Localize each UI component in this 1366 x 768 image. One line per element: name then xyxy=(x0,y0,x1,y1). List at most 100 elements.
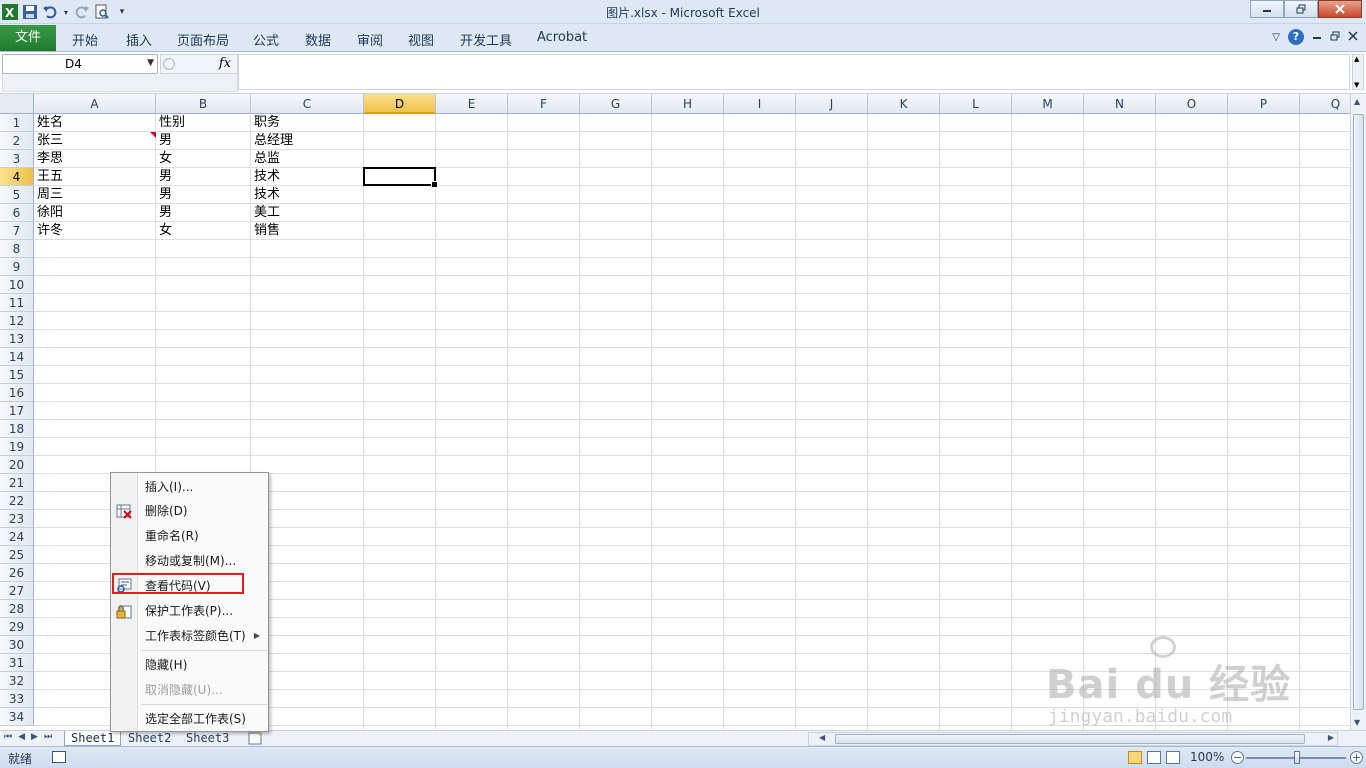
cell-b4[interactable]: 男 xyxy=(156,168,251,186)
zoom-out-icon[interactable]: − xyxy=(1231,751,1244,764)
row-header-29[interactable]: 29 xyxy=(0,618,34,636)
page-layout-view-icon[interactable] xyxy=(1147,751,1161,764)
name-box[interactable]: D4 ▼ xyxy=(2,54,158,74)
comment-indicator-icon[interactable] xyxy=(150,132,156,138)
minimize-button[interactable] xyxy=(1250,0,1284,18)
vertical-scrollbar[interactable]: ▲ ▼ xyxy=(1350,94,1366,730)
tab-review[interactable]: 审阅 xyxy=(357,30,383,49)
column-header-h[interactable]: H xyxy=(652,94,724,114)
cell-c6[interactable]: 美工 xyxy=(251,204,364,222)
row-header-1[interactable]: 1 xyxy=(0,114,34,132)
column-header-n[interactable]: N xyxy=(1084,94,1156,114)
column-header-c[interactable]: C xyxy=(251,94,364,114)
row-header-27[interactable]: 27 xyxy=(0,582,34,600)
prev-sheet-icon[interactable]: ◀ xyxy=(18,732,25,742)
sheet-tab-sheet2[interactable]: Sheet2 xyxy=(122,731,177,746)
cell-a5[interactable]: 周三 xyxy=(34,186,156,204)
cell-a3[interactable]: 李思 xyxy=(34,150,156,168)
formula-input[interactable] xyxy=(238,54,1350,90)
menu-item-protect-sheet[interactable]: 保护工作表(P)... xyxy=(111,599,268,623)
menu-item-select-all-sheets[interactable]: 选定全部工作表(S) xyxy=(111,707,268,731)
close-button[interactable] xyxy=(1318,0,1362,18)
column-header-k[interactable]: K xyxy=(868,94,940,114)
menu-item-delete[interactable]: 删除(D) xyxy=(111,499,268,523)
macro-record-icon[interactable] xyxy=(52,751,66,763)
column-header-p[interactable]: P xyxy=(1228,94,1300,114)
tab-developer[interactable]: 开发工具 xyxy=(460,30,512,49)
row-header-19[interactable]: 19 xyxy=(0,438,34,456)
column-header-e[interactable]: E xyxy=(436,94,508,114)
cell-c1[interactable]: 职务 xyxy=(251,114,364,132)
menu-item-move-copy[interactable]: 移动或复制(M)... xyxy=(111,549,268,573)
cell-b3[interactable]: 女 xyxy=(156,150,251,168)
row-header-32[interactable]: 32 xyxy=(0,672,34,690)
row-header-31[interactable]: 31 xyxy=(0,654,34,672)
row-header-22[interactable]: 22 xyxy=(0,492,34,510)
tab-acrobat[interactable]: Acrobat xyxy=(537,30,587,45)
scroll-right-icon[interactable]: ▶ xyxy=(1328,733,1334,742)
cell-a4[interactable]: 王五 xyxy=(34,168,156,186)
formula-bar-scrollbar[interactable]: ▲ ▼ xyxy=(1352,54,1364,90)
formula-bar-handle-icon[interactable] xyxy=(163,58,175,70)
first-sheet-icon[interactable]: ⏮ xyxy=(4,732,12,742)
workbook-minimize-icon[interactable] xyxy=(1312,30,1322,44)
cell-c3[interactable]: 总监 xyxy=(251,150,364,168)
row-header-8[interactable]: 8 xyxy=(0,240,34,258)
row-header-28[interactable]: 28 xyxy=(0,600,34,618)
sheet-tab-sheet3[interactable]: Sheet3 xyxy=(180,731,235,746)
column-header-g[interactable]: G xyxy=(580,94,652,114)
select-all-corner[interactable] xyxy=(0,94,34,114)
cell-c2[interactable]: 总经理 xyxy=(251,132,364,150)
cell-b5[interactable]: 男 xyxy=(156,186,251,204)
scroll-down-arrow-icon[interactable]: ▼ xyxy=(1354,718,1360,727)
row-header-20[interactable]: 20 xyxy=(0,456,34,474)
horizontal-scrollbar[interactable]: ◀ ▶ xyxy=(808,732,1338,746)
row-header-4[interactable]: 4 xyxy=(0,168,34,186)
column-header-q[interactable]: Q xyxy=(1300,94,1350,114)
cell-a6[interactable]: 徐阳 xyxy=(34,204,156,222)
tab-insert[interactable]: 插入 xyxy=(126,30,152,49)
workbook-restore-icon[interactable] xyxy=(1330,30,1340,44)
row-header-18[interactable]: 18 xyxy=(0,420,34,438)
active-cell-d4[interactable] xyxy=(363,167,438,188)
column-header-j[interactable]: J xyxy=(796,94,868,114)
tab-formulas[interactable]: 公式 xyxy=(253,30,279,49)
row-header-11[interactable]: 11 xyxy=(0,294,34,312)
cell-b6[interactable]: 男 xyxy=(156,204,251,222)
cell-c4[interactable]: 技术 xyxy=(251,168,364,186)
menu-item-tab-color[interactable]: 工作表标签颜色(T) ▶ xyxy=(111,624,268,648)
row-header-26[interactable]: 26 xyxy=(0,564,34,582)
cell-b7[interactable]: 女 xyxy=(156,222,251,240)
menu-item-insert[interactable]: 插入(I)... xyxy=(111,475,268,499)
scroll-left-icon[interactable]: ◀ xyxy=(819,733,825,742)
row-header-24[interactable]: 24 xyxy=(0,528,34,546)
column-header-m[interactable]: M xyxy=(1012,94,1084,114)
help-icon[interactable]: ? xyxy=(1288,29,1304,45)
menu-item-hide[interactable]: 隐藏(H) xyxy=(111,653,268,677)
scroll-up-arrow-icon[interactable]: ▲ xyxy=(1354,97,1360,106)
vertical-scroll-thumb[interactable] xyxy=(1353,114,1364,710)
row-header-13[interactable]: 13 xyxy=(0,330,34,348)
normal-view-icon[interactable] xyxy=(1128,751,1142,764)
name-box-dropdown-icon[interactable]: ▼ xyxy=(147,58,154,68)
column-header-i[interactable]: I xyxy=(724,94,796,114)
last-sheet-icon[interactable]: ⏭ xyxy=(44,732,52,742)
scroll-down-icon[interactable]: ▼ xyxy=(1354,81,1359,89)
row-header-30[interactable]: 30 xyxy=(0,636,34,654)
row-header-9[interactable]: 9 xyxy=(0,258,34,276)
tab-data[interactable]: 数据 xyxy=(305,30,331,49)
zoom-slider-thumb[interactable] xyxy=(1294,751,1300,764)
row-header-12[interactable]: 12 xyxy=(0,312,34,330)
column-header-l[interactable]: L xyxy=(940,94,1012,114)
zoom-in-icon[interactable]: + xyxy=(1350,751,1363,764)
row-header-6[interactable]: 6 xyxy=(0,204,34,222)
column-header-o[interactable]: O xyxy=(1156,94,1228,114)
page-break-view-icon[interactable] xyxy=(1166,751,1180,764)
workbook-close-icon[interactable] xyxy=(1348,30,1358,44)
insert-function-button[interactable]: fx xyxy=(219,56,231,71)
cell-a1[interactable]: 姓名 xyxy=(34,114,156,132)
tab-home[interactable]: 开始 xyxy=(72,30,98,49)
row-header-16[interactable]: 16 xyxy=(0,384,34,402)
tab-view[interactable]: 视图 xyxy=(408,30,434,49)
row-header-7[interactable]: 7 xyxy=(0,222,34,240)
